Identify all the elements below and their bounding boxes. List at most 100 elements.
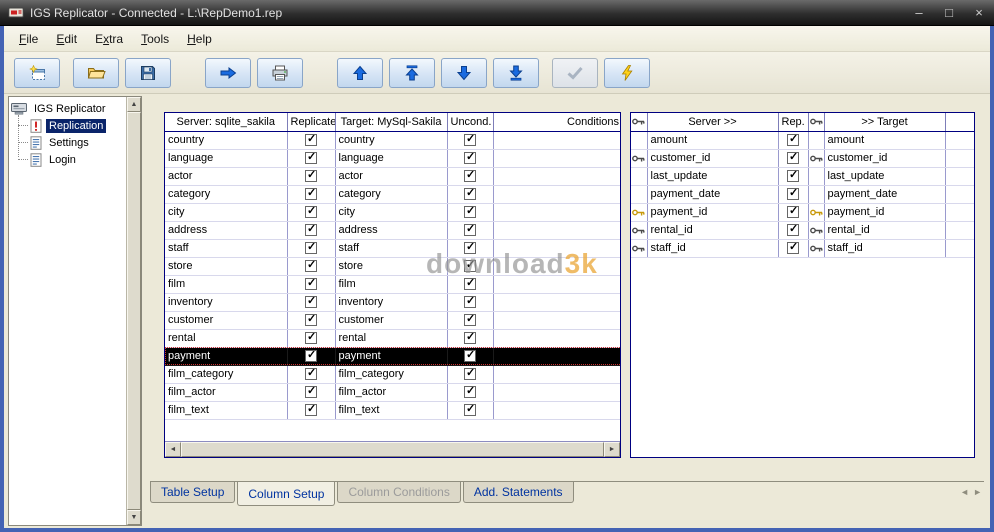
replicate-checkbox[interactable] [305,222,317,237]
scrollbar-thumb[interactable] [181,442,604,457]
column-header-replicate[interactable]: Replicate [287,113,336,132]
conditions-cell[interactable] [493,365,620,384]
target-table-cell[interactable]: actor [335,167,448,186]
target-table-cell[interactable]: staff [335,239,448,258]
column-row[interactable]: customer_id customer_id [631,149,974,168]
tree-item-settings[interactable]: Settings [18,134,124,151]
server-table-cell[interactable]: film_actor [165,383,288,402]
tree-root-igs-replicator[interactable]: IGS Replicator [11,100,124,117]
column-header-target[interactable]: Target: MySql-Sakila [335,113,448,132]
table-row[interactable]: category category [165,185,620,204]
target-key-column-header[interactable] [808,113,825,132]
server-column-cell[interactable]: payment_date [647,185,779,204]
tree-item-login[interactable]: Login [18,151,124,168]
save-button[interactable] [125,57,171,88]
post-button[interactable] [552,57,598,88]
target-table-cell[interactable]: film_actor [335,383,448,402]
target-table-cell[interactable]: address [335,221,448,240]
scrollbar-thumb[interactable] [127,112,141,510]
table-row[interactable]: film_actor film_actor [165,383,620,402]
menu-tools[interactable]: Tools [132,29,178,49]
uncond-checkbox[interactable] [464,132,476,147]
tree-vertical-scrollbar[interactable]: ▲ ▼ [126,97,141,525]
uncond-checkbox[interactable] [464,150,476,165]
server-table-cell[interactable]: rental [165,329,288,348]
replicate-checkbox[interactable] [305,204,317,219]
target-table-cell[interactable]: inventory [335,293,448,312]
target-column-cell[interactable]: payment_id [824,203,946,222]
server-column-cell[interactable]: last_update [647,167,779,186]
rep-checkbox[interactable] [787,204,799,219]
target-column-cell[interactable]: amount [824,131,946,150]
uncond-checkbox[interactable] [464,168,476,183]
scroll-right-button[interactable]: ► [604,442,620,457]
uncond-checkbox[interactable] [464,366,476,381]
maximize-button[interactable]: □ [942,5,956,20]
column-row[interactable]: payment_id payment_id [631,203,974,222]
server-column-cell[interactable]: payment_id [647,203,779,222]
target-column-cell[interactable]: payment_date [824,185,946,204]
replicate-checkbox[interactable] [305,384,317,399]
tree-item-replication[interactable]: Replication [18,117,124,134]
target-table-cell[interactable]: film_category [335,365,448,384]
replicate-checkbox[interactable] [305,366,317,381]
conditions-cell[interactable] [493,131,620,150]
scroll-up-button[interactable]: ▲ [127,97,141,112]
table-row[interactable]: country country [165,131,620,150]
server-table-cell[interactable]: inventory [165,293,288,312]
uncond-checkbox[interactable] [464,294,476,309]
server-table-cell[interactable]: country [165,131,288,150]
replicate-checkbox[interactable] [305,312,317,327]
target-column-cell[interactable]: customer_id [824,149,946,168]
conditions-cell[interactable] [493,221,620,240]
tab-add-statements[interactable]: Add. Statements [462,482,574,503]
conditions-cell[interactable] [493,239,620,258]
replicate-checkbox[interactable] [305,294,317,309]
transfer-button[interactable] [205,57,251,88]
server-table-cell[interactable]: film_category [165,365,288,384]
minimize-button[interactable]: – [912,5,926,20]
conditions-cell[interactable] [493,203,620,222]
rep-checkbox[interactable] [787,240,799,255]
replicate-checkbox[interactable] [305,402,317,417]
conditions-cell[interactable] [493,275,620,294]
column-header-target[interactable]: >> Target [824,113,946,132]
target-table-cell[interactable]: payment [335,347,448,366]
tab-scroll-left-button[interactable]: ◄ [960,487,969,497]
uncond-checkbox[interactable] [464,348,476,363]
table-row[interactable]: actor actor [165,167,620,186]
server-column-cell[interactable]: amount [647,131,779,150]
conditions-cell[interactable] [493,329,620,348]
replicate-checkbox[interactable] [305,150,317,165]
column-header-conditions[interactable]: Conditions [493,113,620,132]
column-header-server[interactable]: Server >> [647,113,779,132]
server-table-cell[interactable]: language [165,149,288,168]
conditions-cell[interactable] [493,311,620,330]
menu-help[interactable]: Help [178,29,221,49]
column-header-rep[interactable]: Rep. [778,113,809,132]
table-row[interactable]: inventory inventory [165,293,620,312]
uncond-checkbox[interactable] [464,402,476,417]
rep-checkbox[interactable] [787,132,799,147]
uncond-checkbox[interactable] [464,312,476,327]
rep-checkbox[interactable] [787,222,799,237]
replicate-checkbox[interactable] [305,240,317,255]
uncond-checkbox[interactable] [464,222,476,237]
menu-extra[interactable]: Extra [86,29,132,49]
target-table-cell[interactable]: rental [335,329,448,348]
column-row[interactable]: payment_date payment_date [631,185,974,204]
rep-checkbox[interactable] [787,186,799,201]
server-column-cell[interactable]: customer_id [647,149,779,168]
column-header-uncond[interactable]: Uncond. [447,113,494,132]
conditions-cell[interactable] [493,167,620,186]
conditions-cell[interactable] [493,293,620,312]
server-column-cell[interactable]: staff_id [647,239,779,258]
column-row[interactable]: rental_id rental_id [631,221,974,240]
table-row[interactable]: city city [165,203,620,222]
tab-scroll-right-button[interactable]: ► [973,487,982,497]
open-button[interactable] [73,57,119,88]
new-button[interactable] [14,57,60,88]
conditions-cell[interactable] [493,185,620,204]
replicate-checkbox[interactable] [305,186,317,201]
conditions-cell[interactable] [493,257,620,276]
